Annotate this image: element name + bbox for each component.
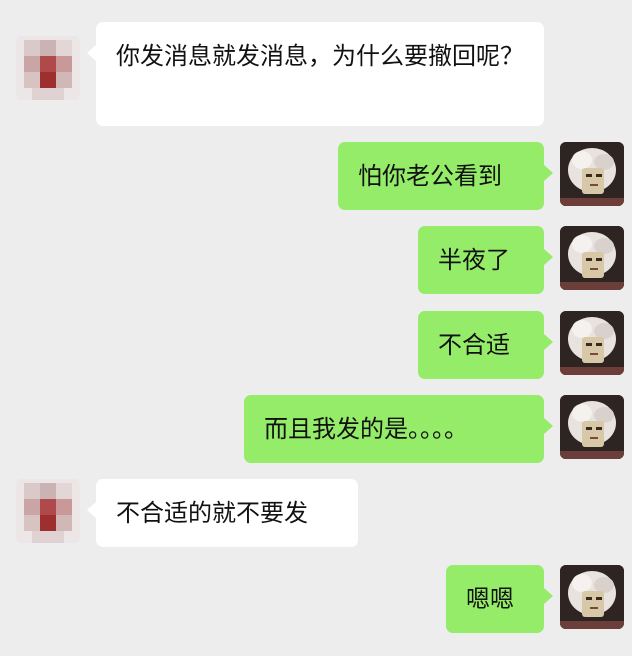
message-row-incoming: 你发消息就发消息，为什么要撤回呢？ xyxy=(0,22,632,126)
message-text: 怕你老公看到 xyxy=(358,162,502,190)
chat-message-list[interactable]: 你发消息就发消息，为什么要撤回呢？ 怕你老公看到 半夜了 不合适 而且我发的是。… xyxy=(0,0,632,656)
message-row-outgoing: 怕你老公看到 xyxy=(0,142,632,210)
message-bubble-outgoing[interactable]: 半夜了 xyxy=(418,226,553,294)
message-text: 而且我发的是。。。。 xyxy=(264,415,468,443)
my-avatar[interactable] xyxy=(560,142,624,206)
contact-avatar[interactable] xyxy=(16,479,80,543)
my-avatar[interactable] xyxy=(560,395,624,459)
message-row-incoming: 不合适的就不要发 xyxy=(0,479,632,547)
message-text: 嗯嗯 xyxy=(466,585,514,613)
my-avatar[interactable] xyxy=(560,311,624,375)
message-bubble-incoming[interactable]: 你发消息就发消息，为什么要撤回呢？ xyxy=(87,22,544,126)
message-bubble-outgoing[interactable]: 嗯嗯 xyxy=(446,565,553,633)
message-text: 不合适的就不要发 xyxy=(116,499,308,527)
message-text: 半夜了 xyxy=(438,246,510,274)
message-row-outgoing: 而且我发的是。。。。 xyxy=(0,395,632,463)
contact-avatar[interactable] xyxy=(16,36,80,100)
message-row-outgoing: 不合适 xyxy=(0,311,632,379)
message-bubble-outgoing[interactable]: 怕你老公看到 xyxy=(338,142,553,210)
my-avatar[interactable] xyxy=(560,565,624,629)
message-bubble-outgoing[interactable]: 不合适 xyxy=(418,311,553,379)
message-bubble-outgoing[interactable]: 而且我发的是。。。。 xyxy=(244,395,553,463)
my-avatar[interactable] xyxy=(560,226,624,290)
message-text: 不合适 xyxy=(438,331,510,359)
message-row-outgoing: 半夜了 xyxy=(0,226,632,294)
message-row-outgoing: 嗯嗯 xyxy=(0,565,632,633)
message-bubble-incoming[interactable]: 不合适的就不要发 xyxy=(87,479,358,547)
message-text: 你发消息就发消息，为什么要撤回呢？ xyxy=(116,42,524,70)
